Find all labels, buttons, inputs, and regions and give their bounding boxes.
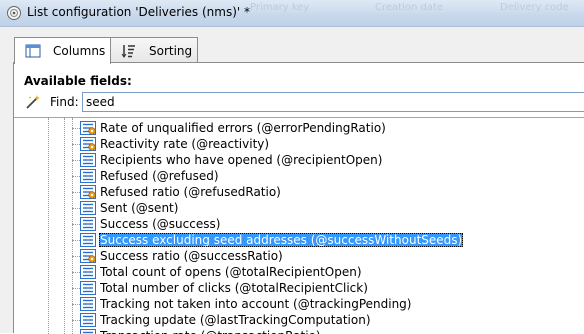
tree-item[interactable]: Total number of clicks (@totalRecipientC… — [80, 280, 369, 296]
tree-connector — [72, 144, 80, 145]
tree-connector — [72, 176, 80, 177]
tree-item-label: Rate of unqualified errors (@errorPendin… — [99, 121, 387, 135]
tree-item[interactable]: Tracking update (@lastTrackingComputatio… — [80, 312, 372, 328]
tree-item[interactable]: Total count of opens (@totalRecipientOpe… — [80, 264, 363, 280]
tree-connector — [72, 256, 80, 257]
tab-columns[interactable]: Columns — [14, 37, 111, 64]
background-ghost-text: Delivery code — [500, 2, 569, 13]
tree-item-label: Recipients who have opened (@recipientOp… — [99, 153, 383, 167]
tree-connector — [72, 160, 80, 161]
window-title: List configuration 'Deliveries (nms)' * — [27, 5, 250, 19]
tab-sorting[interactable]: Sorting — [110, 37, 198, 63]
tree-item-label: Success (@success) — [99, 217, 221, 231]
tree-item-label: Reactivity rate (@reactivity) — [99, 137, 270, 151]
calculated-field-icon — [80, 185, 96, 199]
tree-item[interactable]: Rate of unqualified errors (@errorPendin… — [80, 120, 387, 136]
tree-item-label: Transaction rate (@transactionRatio) — [99, 329, 322, 334]
tree-item-selected[interactable]: Success excluding seed addresses (@succe… — [80, 232, 463, 248]
tree-connector — [72, 224, 80, 225]
tree-guide-line — [64, 118, 65, 334]
tree-connector — [72, 192, 80, 193]
tree-item-label: Tracking not taken into account (@tracki… — [99, 297, 412, 311]
field-icon — [80, 217, 96, 231]
find-label: Find: — [50, 95, 79, 109]
tree-item[interactable]: Refused ratio (@refusedRatio) — [80, 184, 282, 200]
tree-connector — [72, 208, 80, 209]
tree-guide-line — [72, 118, 73, 334]
tree-item-label: Success ratio (@successRatio) — [99, 249, 284, 263]
field-icon — [80, 281, 96, 295]
field-icon — [80, 265, 96, 279]
field-icon — [80, 169, 96, 183]
tree-item[interactable]: Tracking not taken into account (@tracki… — [80, 296, 412, 312]
calculated-field-icon — [80, 249, 96, 263]
tree-item[interactable]: Success ratio (@successRatio) — [80, 248, 284, 264]
field-icon — [80, 233, 96, 247]
magic-wand-icon — [25, 94, 41, 110]
tree-item-label: Success excluding seed addresses (@succe… — [99, 233, 463, 247]
background-ghost-text: Primary key — [250, 2, 309, 13]
tree-connector — [72, 240, 80, 241]
tree-item-label: Total number of clicks (@totalRecipientC… — [99, 281, 369, 295]
tree-item-label: Sent (@sent) — [99, 201, 179, 215]
tree-connector — [72, 288, 80, 289]
tree-connector — [72, 128, 80, 129]
find-input[interactable] — [82, 92, 584, 112]
columns-tab-content: Available fields: Find: Rate of unqualif… — [13, 62, 584, 333]
tree-item[interactable]: Sent (@sent) — [80, 200, 179, 216]
window-titlebar: Primary key Creation date Delivery code … — [0, 0, 584, 27]
tree-item-label: Tracking update (@lastTrackingComputatio… — [99, 313, 372, 327]
field-icon — [80, 313, 96, 327]
tree-item[interactable]: Refused (@refused) — [80, 168, 220, 184]
field-icon — [80, 201, 96, 215]
calculated-field-icon — [80, 137, 96, 151]
tree-item-label: Total count of opens (@totalRecipientOpe… — [99, 265, 363, 279]
background-ghost-text: Creation date — [375, 2, 443, 13]
field-icon — [80, 153, 96, 167]
field-icon — [80, 297, 96, 311]
tree-item[interactable]: Transaction rate (@transactionRatio) — [80, 328, 322, 334]
tree-connector — [72, 320, 80, 321]
tree-connector — [72, 304, 80, 305]
tree-item-label: Refused (@refused) — [99, 169, 220, 183]
available-fields-label: Available fields: — [24, 74, 132, 88]
dialog-panel: Columns Sorting Available fields: Find: — [0, 27, 584, 333]
sort-icon — [121, 44, 137, 58]
tree-item[interactable]: Success (@success) — [80, 216, 221, 232]
tab-label: Columns — [53, 44, 105, 58]
list-columns-icon — [25, 44, 41, 58]
tree-item[interactable]: Reactivity rate (@reactivity) — [80, 136, 270, 152]
calculated-field-icon — [80, 121, 96, 135]
tab-label: Sorting — [149, 44, 192, 58]
tree-guide-line — [48, 118, 49, 334]
fields-tree[interactable]: Rate of unqualified errors (@errorPendin… — [14, 117, 584, 334]
tree-item[interactable]: Recipients who have opened (@recipientOp… — [80, 152, 383, 168]
app-icon — [6, 5, 22, 21]
tree-item-label: Refused ratio (@refusedRatio) — [99, 185, 282, 199]
calculated-field-icon — [80, 329, 96, 334]
tree-connector — [72, 272, 80, 273]
